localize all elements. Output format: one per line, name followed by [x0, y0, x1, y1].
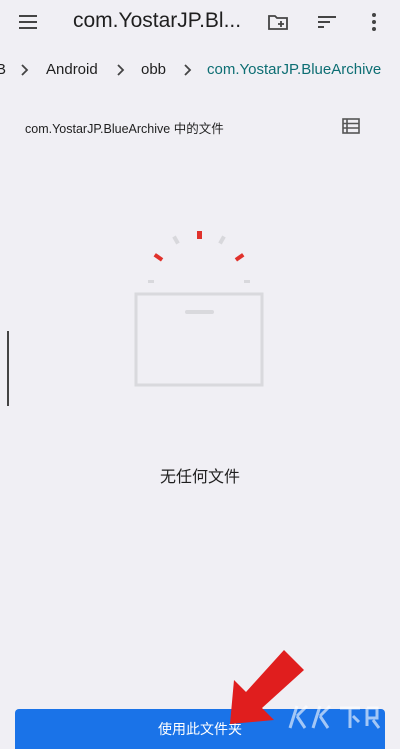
- menu-icon[interactable]: [16, 10, 40, 34]
- breadcrumb-item-current[interactable]: com.YostarJP.BlueArchive: [207, 61, 381, 78]
- app-bar: com.YostarJP.Bl...: [0, 0, 400, 44]
- list-view-icon[interactable]: [341, 116, 361, 136]
- watermark-logo: [288, 704, 381, 729]
- breadcrumb-item-android[interactable]: Android: [46, 61, 98, 78]
- chevron-right-icon: [117, 64, 125, 76]
- scroll-indicator: [7, 331, 9, 406]
- chevron-right-icon: [184, 64, 192, 76]
- sort-icon[interactable]: [315, 10, 339, 34]
- chevron-right-icon: [21, 64, 29, 76]
- more-options-icon[interactable]: [362, 10, 386, 34]
- breadcrumb-item-root[interactable]: B: [0, 61, 6, 78]
- breadcrumb-item-obb[interactable]: obb: [141, 61, 166, 78]
- empty-folder-illustration: [134, 231, 264, 387]
- breadcrumb: B Android obb com.YostarJP.BlueArchive: [0, 52, 400, 88]
- empty-state-message: 无任何文件: [159, 469, 240, 486]
- app-title: com.YostarJP.Bl...: [73, 9, 242, 32]
- folder-header: com.YostarJP.BlueArchive 中的文件: [25, 122, 224, 136]
- new-folder-icon[interactable]: [266, 10, 290, 34]
